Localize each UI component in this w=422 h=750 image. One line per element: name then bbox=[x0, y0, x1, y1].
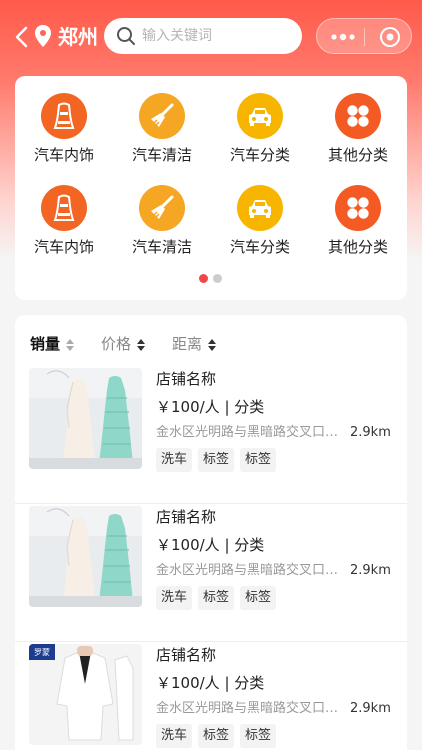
sort-option[interactable]: 销量 bbox=[30, 331, 94, 357]
search-placeholder: 输入关键词 bbox=[142, 28, 212, 44]
shop-name: 店铺名称 bbox=[156, 370, 217, 388]
shop-name: 店铺名称 bbox=[156, 646, 217, 664]
sort-label: 距离 bbox=[172, 335, 203, 353]
svg-text:罗蒙: 罗蒙 bbox=[34, 647, 50, 657]
page-dot-active bbox=[199, 274, 208, 283]
shop-address: 金水区光明路与黑暗路交叉口东北角 bbox=[156, 563, 346, 578]
city-selector[interactable]: 郑州 bbox=[58, 24, 98, 50]
category-item[interactable]: 汽车分类 bbox=[211, 93, 309, 173]
category-item[interactable]: 汽车清洁 bbox=[113, 185, 211, 265]
shop-distance: 2.9km bbox=[350, 563, 391, 578]
shop-tags: 洗车 标签 标签 bbox=[156, 586, 282, 610]
shop-item[interactable]: 罗蒙 店铺名称 ￥100/人 | 分类金水区光明路与黑暗路交叉口东北角 2.9km 洗车… bbox=[15, 644, 407, 750]
car-seat-icon bbox=[41, 185, 87, 231]
category-label: 汽车内饰 bbox=[33, 146, 94, 164]
category-item[interactable]: 汽车内饰 bbox=[15, 93, 113, 173]
tag-badge: 标签 bbox=[198, 586, 235, 610]
shop-list: 销量 价格 距离 店铺名称 ￥100/人 | 分类 金水区光明路与黑暗路交叉口东北角 2.… bbox=[15, 315, 407, 750]
shop-thumbnail bbox=[29, 506, 142, 607]
category-label: 其他分类 bbox=[327, 146, 388, 164]
shop-price: ￥100/人 | 分类 bbox=[156, 674, 265, 692]
category-item[interactable]: 汽车分类 bbox=[211, 185, 309, 265]
divider bbox=[15, 503, 407, 504]
tag-badge: 标签 bbox=[240, 724, 277, 748]
sort-arrows-icon bbox=[137, 339, 145, 351]
sort-option[interactable]: 价格 bbox=[101, 331, 165, 357]
category-label: 汽车分类 bbox=[229, 146, 290, 164]
category-label: 汽车内饰 bbox=[33, 238, 94, 256]
broom-icon bbox=[139, 93, 185, 139]
tag-badge: 洗车 bbox=[156, 586, 193, 610]
grid-icon bbox=[335, 93, 381, 139]
category-label: 汽车分类 bbox=[229, 238, 290, 256]
shop-name: 店铺名称 bbox=[156, 508, 217, 526]
tag-badge: 标签 bbox=[240, 586, 277, 610]
shop-item[interactable]: 店铺名称 ￥100/人 | 分类 金水区光明路与黑暗路交叉口东北角 2.9km 洗车 标签… bbox=[15, 506, 407, 642]
tag-badge: 标签 bbox=[198, 448, 235, 472]
sort-arrows-icon bbox=[66, 339, 74, 351]
shop-thumbnail bbox=[29, 368, 142, 469]
shop-thumbnail: 罗蒙 bbox=[29, 644, 142, 745]
divider bbox=[15, 641, 407, 642]
shop-address: 金水区光明路与黑暗路交叉口东北角 bbox=[156, 425, 346, 440]
broom-icon bbox=[139, 185, 185, 231]
back-icon[interactable] bbox=[14, 26, 30, 48]
shop-tags: 洗车 标签 标签 bbox=[156, 448, 282, 472]
search-icon bbox=[117, 27, 135, 45]
category-label: 其他分类 bbox=[327, 238, 388, 256]
top-bar: 郑州 输入关键词 bbox=[0, 18, 422, 56]
capsule-divider bbox=[364, 28, 365, 46]
tag-badge: 标签 bbox=[240, 448, 277, 472]
car-icon bbox=[237, 93, 283, 139]
category-grid: 汽车内饰 汽车清洁 汽车分类 其他分类 汽车内饰 汽车清洁 汽车分类 其他分类 bbox=[15, 76, 407, 300]
shop-distance: 2.9km bbox=[350, 425, 391, 440]
category-label: 汽车清洁 bbox=[131, 146, 192, 164]
shop-price: ￥100/人 | 分类 bbox=[156, 398, 265, 416]
car-icon bbox=[237, 185, 283, 231]
page-dot bbox=[213, 274, 222, 283]
tag-badge: 标签 bbox=[198, 724, 235, 748]
page-indicator bbox=[199, 272, 229, 284]
sort-label: 价格 bbox=[101, 335, 132, 353]
sort-option[interactable]: 距离 bbox=[172, 331, 236, 357]
mini-program-capsule bbox=[316, 18, 412, 54]
category-item[interactable]: 其他分类 bbox=[309, 185, 407, 265]
category-item[interactable]: 汽车内饰 bbox=[15, 185, 113, 265]
shop-tags: 洗车 标签 标签 bbox=[156, 724, 282, 748]
tag-badge: 洗车 bbox=[156, 724, 193, 748]
shop-distance: 2.9km bbox=[350, 701, 391, 716]
close-miniprogram-icon[interactable] bbox=[379, 26, 401, 48]
grid-icon bbox=[335, 185, 381, 231]
tag-badge: 洗车 bbox=[156, 448, 193, 472]
location-pin-icon bbox=[35, 25, 51, 47]
category-item[interactable]: 汽车清洁 bbox=[113, 93, 211, 173]
category-item[interactable]: 其他分类 bbox=[309, 93, 407, 173]
shop-price: ￥100/人 | 分类 bbox=[156, 536, 265, 554]
shop-item[interactable]: 店铺名称 ￥100/人 | 分类 金水区光明路与黑暗路交叉口东北角 2.9km 洗车 标签… bbox=[15, 368, 407, 504]
more-icon[interactable] bbox=[331, 32, 355, 42]
sort-arrows-icon bbox=[208, 339, 216, 351]
sort-bar: 销量 价格 距离 bbox=[15, 331, 407, 357]
shop-address: 金水区光明路与黑暗路交叉口东北角 bbox=[156, 701, 346, 716]
car-seat-icon bbox=[41, 93, 87, 139]
sort-label: 销量 bbox=[30, 335, 61, 353]
category-label: 汽车清洁 bbox=[131, 238, 192, 256]
search-bar[interactable]: 输入关键词 bbox=[104, 18, 302, 54]
